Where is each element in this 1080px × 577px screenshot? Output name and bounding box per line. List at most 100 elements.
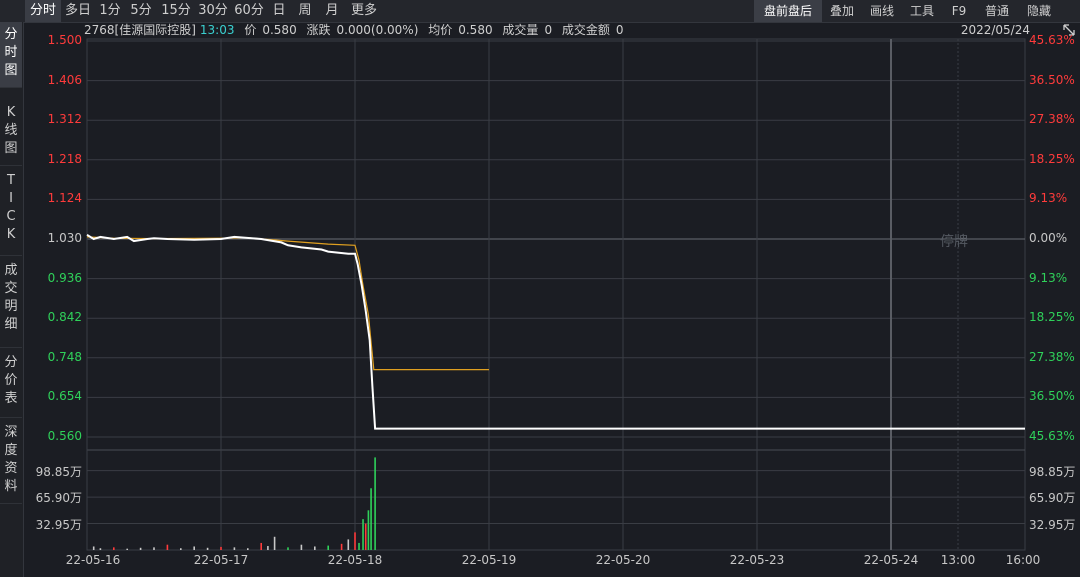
period-tab-9[interactable]: 月	[319, 0, 345, 22]
side-tab-4[interactable]: 分 价 表	[0, 350, 22, 418]
period-tab-0[interactable]: 分时	[25, 0, 61, 22]
side-tab-2[interactable]: T I C K	[0, 168, 22, 256]
time-axis-label: 22-05-24	[863, 553, 919, 567]
side-tab-1[interactable]: K 线 图	[0, 100, 22, 166]
volume-bar	[220, 546, 222, 550]
price-tick-label: 1.406	[47, 72, 82, 87]
pct-tick-label: 18.25%	[1029, 310, 1075, 325]
side-tab-3[interactable]: 成 交 明 细	[0, 258, 22, 348]
side-tab-5[interactable]: 深 度 资 料	[0, 420, 22, 504]
pct-tick-label: 36.50%	[1029, 389, 1075, 404]
volume-value: 0	[544, 23, 553, 37]
pct-tick-label: 9.13%	[1029, 270, 1068, 285]
pct-tick-label: 45.63%	[1029, 33, 1075, 47]
price-tick-label: 1.500	[47, 33, 82, 47]
period-tab-5[interactable]: 30分	[195, 0, 231, 22]
period-tab-7[interactable]: 日	[267, 0, 291, 22]
price-tick-label: 0.748	[47, 349, 82, 364]
period-toolbar: 分时 多日 1分 5分 15分 30分 60分日周月更多 盘前盘后 叠加 画线 工具 F9 普通 隐藏	[0, 0, 1080, 23]
volume-tick-label-right: 98.85万	[1029, 464, 1076, 479]
time-axis-label: 22-05-23	[729, 553, 785, 567]
quote-date: 2022/05/24	[960, 23, 1030, 37]
period-tab-2[interactable]: 1分	[95, 0, 125, 22]
pct-tick-label: 27.38%	[1029, 349, 1075, 364]
time-axis-label: 13:00	[940, 553, 976, 567]
toolbar-button-6[interactable]: 隐藏	[1018, 0, 1060, 22]
volume-bar	[180, 548, 182, 550]
volume-bar	[166, 544, 169, 550]
pct-tick-label: 45.63%	[1029, 429, 1075, 443]
volume-tick-label: 65.90万	[35, 491, 82, 506]
suspended-watermark: 停牌	[940, 234, 968, 250]
volume-label: 成交量	[502, 23, 539, 37]
chart-frame	[86, 38, 1026, 551]
toolbar-button-3[interactable]: 工具	[902, 0, 942, 22]
price-tick-label: 1.030	[47, 231, 82, 245]
price-tick-label: 1.312	[47, 112, 82, 127]
amount-label: 成交金额	[561, 23, 610, 37]
volume-bar	[139, 547, 142, 550]
avg-price-line	[86, 236, 489, 371]
volume-tick-label-right: 65.90万	[1029, 491, 1076, 506]
toolbar-button-1[interactable]: 叠加	[822, 0, 862, 22]
period-tab-8[interactable]: 周	[291, 0, 319, 22]
time-axis-label: 22-05-16	[65, 553, 121, 567]
volume-bar	[300, 544, 303, 550]
price-tick-label: 1.218	[47, 151, 82, 166]
volume-bar	[354, 532, 356, 550]
volume-bar	[99, 548, 102, 550]
pct-tick-label: 18.25%	[1029, 151, 1075, 166]
volume-bar	[358, 542, 360, 550]
side-tab-0[interactable]: 分 时 图	[0, 22, 22, 88]
volume-bar	[92, 546, 95, 550]
price-tick-label: 0.654	[47, 389, 82, 404]
change-label: 涨跌	[306, 23, 331, 37]
volume-bar	[247, 548, 249, 550]
volume-bar	[367, 510, 370, 550]
price-value: 0.580	[262, 23, 297, 37]
volume-bar	[153, 547, 155, 550]
toolbar-button-5[interactable]: 普通	[976, 0, 1018, 22]
stock-name: 2768[佳源国际控股]	[84, 23, 196, 37]
quote-info-bar: 2768[佳源国际控股] 13:03 价 0.580 涨跌 0.000(0.00%) …	[84, 22, 1030, 39]
change-value: 0.000(0.00%)	[336, 23, 419, 37]
volume-bar	[340, 543, 343, 550]
time-axis-label: 22-05-18	[327, 553, 383, 567]
time-axis-label: 16:00	[1005, 553, 1041, 567]
time-axis-label: 22-05-17	[193, 553, 249, 567]
toolbar-button-2[interactable]: 画线	[862, 0, 902, 22]
volume-bar	[362, 519, 364, 550]
price-tick-label: 0.560	[47, 429, 82, 443]
pct-tick-label: 36.50%	[1029, 72, 1075, 87]
volume-bar	[233, 547, 236, 550]
volume-tick-label: 32.95万	[35, 517, 82, 532]
volume-bar	[374, 457, 376, 550]
volume-bar	[193, 546, 195, 550]
volume-bar	[113, 547, 115, 550]
period-tab-6[interactable]: 60分	[231, 0, 267, 22]
volume-bar	[314, 546, 316, 550]
price-tick-label: 0.936	[47, 270, 82, 285]
period-tab-3[interactable]: 5分	[125, 0, 157, 22]
volume-bar	[364, 523, 367, 550]
volume-bar	[347, 539, 350, 550]
avg-label: 均价	[428, 23, 453, 37]
volume-bar	[327, 545, 329, 550]
intraday-chart[interactable]	[0, 0, 1080, 577]
period-tab-4[interactable]: 15分	[157, 0, 195, 22]
pct-tick-label: 9.13%	[1029, 191, 1068, 206]
pct-tick-label: 27.38%	[1029, 112, 1075, 127]
volume-bar	[206, 547, 209, 550]
quote-time: 13:03	[199, 23, 235, 37]
time-axis-label: 22-05-20	[595, 553, 651, 567]
toolbar-button-4[interactable]: F9	[942, 0, 976, 22]
time-axis-label: 22-05-19	[461, 553, 517, 567]
amount-value: 0	[615, 23, 624, 37]
period-tab-1[interactable]: 多日	[61, 0, 95, 22]
avg-value: 0.580	[458, 23, 493, 37]
volume-tick-label-right: 32.95万	[1029, 517, 1076, 532]
toolbar-button-0[interactable]: 盘前盘后	[754, 0, 822, 22]
period-tab-10[interactable]: 更多	[345, 0, 383, 22]
volume-tick-label: 98.85万	[35, 464, 82, 479]
volume-bar	[273, 536, 276, 550]
